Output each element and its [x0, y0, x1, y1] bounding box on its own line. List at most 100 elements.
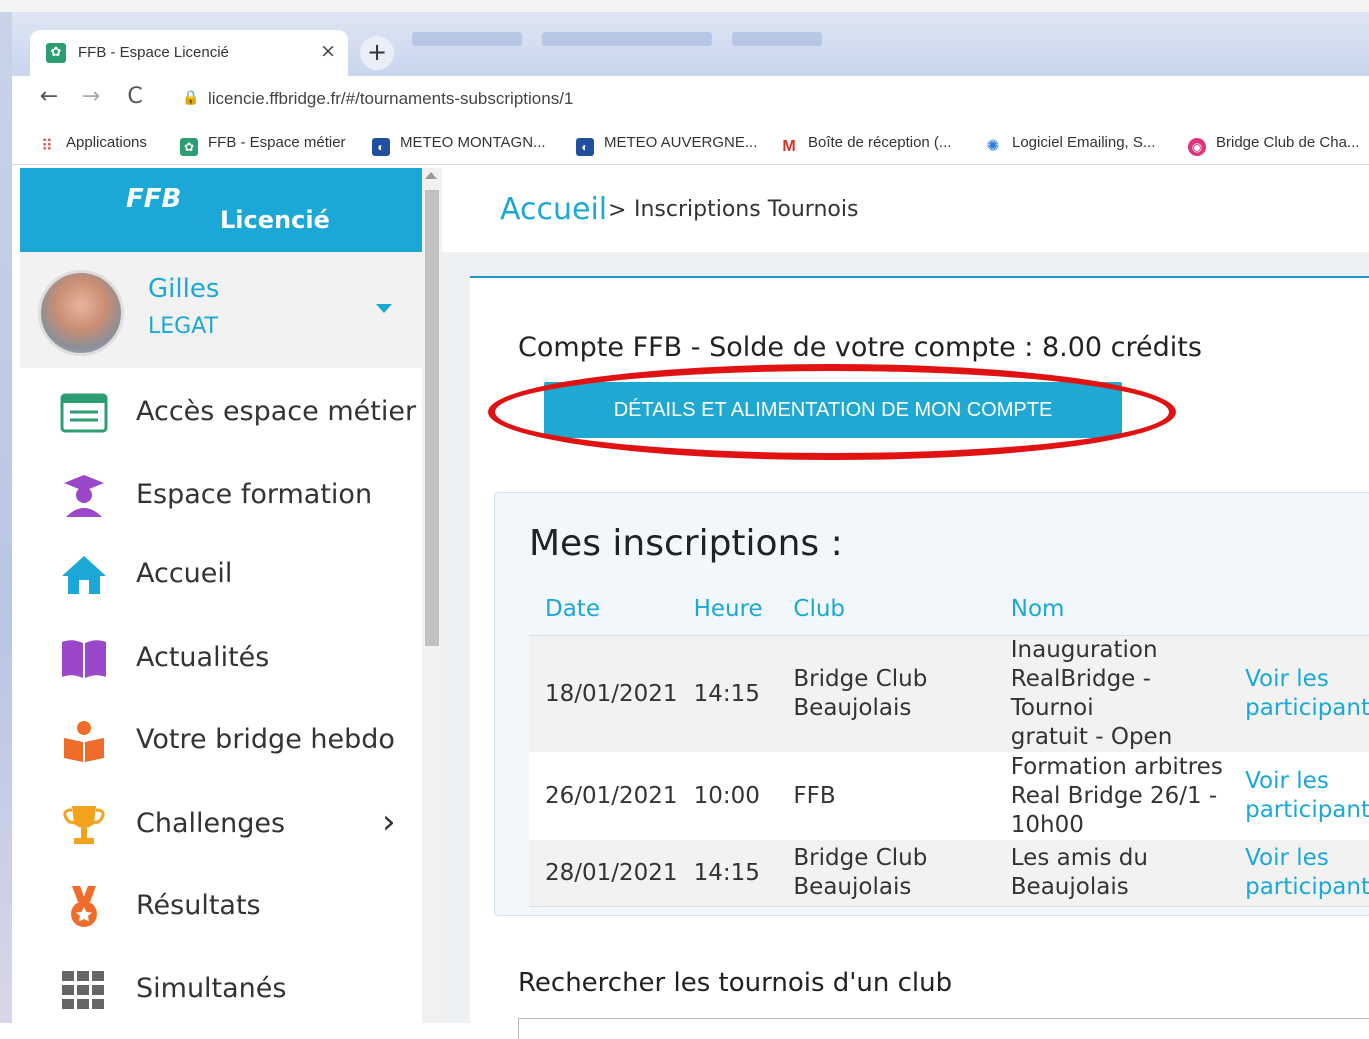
emailing-icon: ✺: [986, 138, 1000, 155]
cell-time: 10:00: [677, 752, 778, 840]
breadcrumb: Accueil > Inscriptions Tournois: [442, 168, 1369, 252]
user-box[interactable]: Gilles LEGAT: [20, 252, 422, 368]
name-line: RealBridge - Tournoi: [1010, 666, 1151, 721]
cell-date: 28/01/2021: [529, 840, 678, 907]
bookmark-gmail[interactable]: M Boîte de réception (...: [780, 134, 951, 156]
background-toolbar-ghost: [412, 32, 522, 46]
new-tab-button[interactable]: +: [360, 36, 394, 70]
breadcrumb-home-link[interactable]: Accueil: [500, 192, 607, 227]
view-participants-link[interactable]: Voir les participant: [1229, 840, 1369, 907]
ffb-icon: ✿: [180, 138, 198, 156]
meteo-icon: ◐: [576, 138, 594, 156]
bookmark-meteo-auvergne[interactable]: ◐ METEO AUVERGNE...: [576, 134, 757, 156]
account-balance: Compte FFB - Solde de votre compte : 8.0…: [518, 332, 1202, 363]
sidebar-item-actualites[interactable]: Actualités: [20, 618, 422, 698]
reader-icon: [64, 721, 104, 762]
link-line: Voir les: [1245, 666, 1329, 692]
chevron-right-icon[interactable]: ›: [382, 802, 396, 842]
bookmark-label: Applications: [66, 134, 147, 151]
club-line: Beaujolais: [793, 695, 912, 721]
view-participants-link[interactable]: Voir les participant: [1229, 752, 1369, 840]
cell-time: 14:15: [677, 840, 778, 907]
cell-club: FFB: [777, 752, 995, 840]
bookmark-label: FFB - Espace métier: [208, 134, 346, 151]
name-line: 10h00: [1010, 811, 1084, 838]
table-row: 26/01/2021 10:00 FFB Formation arbitres R…: [529, 752, 1369, 840]
sidebar-item-label: Votre bridge hebdo: [136, 724, 395, 755]
name-line: Formation arbitres: [1010, 753, 1223, 780]
browser-toolbar: ← → C 🔒 licencie.ffbridge.fr/#/tournamen…: [12, 76, 1369, 124]
desktop-edge: [0, 12, 12, 1023]
cell-club: Bridge Club Beaujolais: [777, 635, 995, 752]
column-header-club: Club: [777, 583, 995, 636]
ffb-favicon-icon: ✿: [46, 43, 66, 63]
main-content: Accueil > Inscriptions Tournois Compte F…: [442, 168, 1369, 1039]
cell-time: 14:15: [677, 635, 778, 752]
breadcrumb-separator-icon: >: [608, 198, 627, 223]
bookmark-applications[interactable]: ⠿ Applications: [38, 134, 147, 156]
cell-club: Bridge Club Beaujolais: [777, 840, 995, 907]
sidebar-item-simultanes[interactable]: Simultanés: [20, 949, 422, 1029]
sidebar: FFB Licencié Gilles LEGAT Accès espace m…: [20, 168, 422, 1023]
column-header-heure: Heure: [677, 583, 778, 636]
forward-arrow-icon[interactable]: →: [76, 84, 106, 109]
sidebar-item-espace-formation[interactable]: Espace formation: [20, 455, 422, 535]
breadcrumb-current: Inscriptions Tournois: [634, 197, 859, 222]
club-icon: ◉: [1188, 138, 1206, 156]
sidebar-item-challenges[interactable]: Challenges ›: [20, 784, 422, 864]
avatar: [38, 270, 124, 356]
reload-icon[interactable]: C: [120, 84, 150, 109]
sidebar-item-resultats[interactable]: Résultats: [20, 866, 422, 946]
tab-close-icon[interactable]: ×: [320, 40, 336, 62]
meteo-icon: ◐: [372, 138, 390, 156]
club-search-input[interactable]: [518, 1018, 1369, 1039]
link-line: participant: [1245, 874, 1369, 900]
gmail-icon: M: [782, 138, 796, 155]
book-icon: [62, 640, 106, 678]
sidebar-item-label: Actualités: [136, 642, 270, 673]
brand-header[interactable]: FFB Licencié: [20, 168, 422, 252]
sidebar-item-label: Résultats: [136, 890, 261, 921]
chevron-down-icon[interactable]: [376, 304, 392, 313]
cell-date: 18/01/2021: [529, 635, 678, 752]
club-line: Bridge Club: [793, 845, 928, 871]
name-line: gratuit - Open: [1010, 724, 1173, 750]
bookmark-label: METEO AUVERGNE...: [604, 134, 758, 151]
bookmark-label: Logiciel Emailing, S...: [1012, 134, 1156, 151]
column-header-actions: [1229, 583, 1369, 636]
club-search-title: Rechercher les tournois d'un club: [518, 968, 953, 998]
bookmark-meteo-montagne[interactable]: ◐ METEO MONTAGN...: [372, 134, 546, 156]
club-line: Bridge Club: [793, 666, 928, 692]
bookmark-emailing[interactable]: ✺ Logiciel Emailing, S...: [984, 134, 1155, 156]
grid-icon: [62, 971, 104, 1009]
sidebar-item-votre-bridge-hebdo[interactable]: Votre bridge hebdo: [20, 700, 422, 780]
address-bar[interactable]: 🔒 licencie.ffbridge.fr/#/tournaments-sub…: [172, 82, 1369, 118]
bookmark-bridge-club[interactable]: ◉ Bridge Club de Cha...: [1188, 134, 1359, 156]
cell-name: Les amis du Beaujolais: [994, 840, 1230, 907]
table-row: 28/01/2021 14:15 Bridge Club Beaujolais L…: [529, 840, 1369, 907]
user-first-name: Gilles: [148, 274, 220, 304]
url-text: licencie.ffbridge.fr/#/tournaments-subsc…: [208, 89, 574, 108]
bookmark-label: Bridge Club de Cha...: [1216, 134, 1360, 151]
scroll-up-arrow-icon[interactable]: [425, 172, 437, 179]
subscriptions-table: Date Heure Club Nom 18/01/2021 14:15 Bri…: [529, 583, 1369, 907]
tab-title: FFB - Espace Licencié: [78, 44, 229, 61]
view-participants-link[interactable]: Voir les participant: [1229, 635, 1369, 752]
bookmark-ffb-espace-metier[interactable]: ✿ FFB - Espace métier: [180, 134, 346, 156]
my-subscriptions-panel: Mes inscriptions : Date Heure Club Nom 1…: [494, 492, 1369, 916]
tab-active[interactable]: ✿ FFB - Espace Licencié ×: [30, 30, 348, 76]
name-line: Real Bridge 26/1 -: [1010, 782, 1218, 809]
highlight-ring-annotation: [488, 364, 1176, 460]
column-header-nom: Nom: [994, 583, 1230, 636]
sidebar-item-accueil[interactable]: Accueil: [20, 534, 422, 614]
sidebar-item-acces-espace-metier[interactable]: Accès espace métier: [20, 372, 422, 452]
graduate-icon: [64, 475, 104, 517]
back-arrow-icon[interactable]: ←: [34, 84, 64, 109]
bookmarks-bar: ⠿ Applications ✿ FFB - Espace métier ◐ METE…: [12, 124, 1369, 165]
name-line: Inauguration: [1010, 637, 1158, 663]
medal-icon: [71, 886, 97, 927]
scrollbar-thumb[interactable]: [425, 190, 439, 646]
club-line: Beaujolais: [793, 874, 912, 900]
table-header-row: Date Heure Club Nom: [529, 583, 1369, 636]
lock-icon: 🔒: [182, 90, 200, 106]
